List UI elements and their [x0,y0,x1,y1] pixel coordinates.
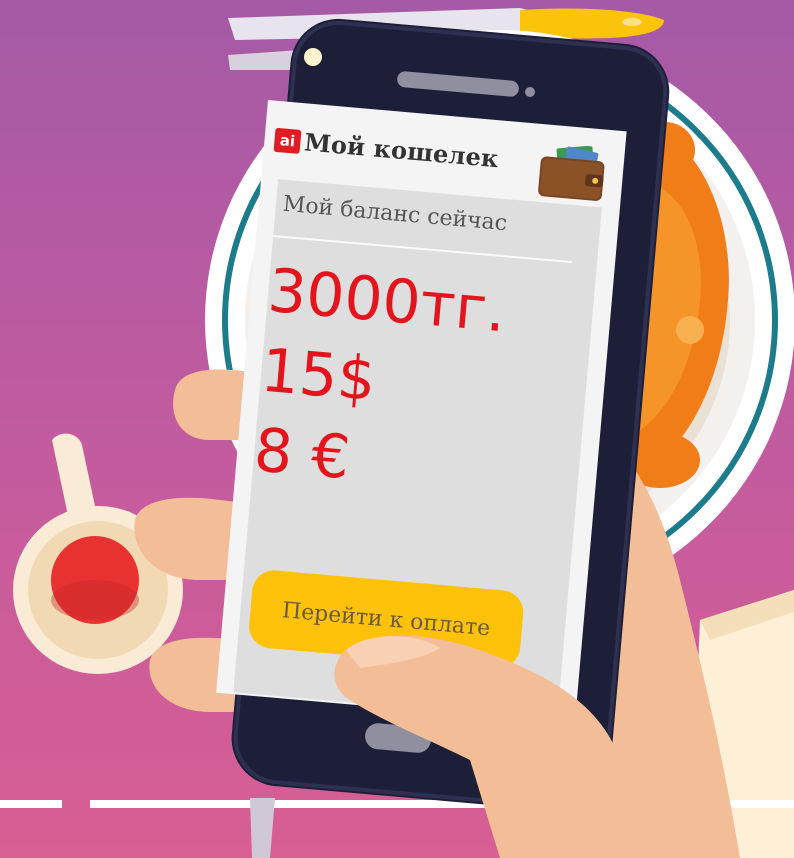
balance-amount-tenge: 3000тг. [265,255,509,347]
home-button-icon[interactable] [364,722,432,754]
balance-label: Мой баланс сейчас [281,191,509,237]
speaker-icon [397,71,519,97]
wallet-icon[interactable] [536,142,611,204]
balance-panel: Мой баланс сейчас 3000тг. 15$ 8 € Перейт… [233,179,602,721]
app-logo: ai [273,127,302,154]
phone-screen: ai Мой кошелек Мой баланс сейчас 3000тг.… [216,100,627,729]
balance-amount-eur: 8 € [251,415,353,494]
balance-divider [273,234,573,264]
balance-amount-usd: 15$ [258,335,379,416]
pay-button[interactable]: Перейти к оплате [247,568,526,670]
camera-icon [304,48,322,66]
